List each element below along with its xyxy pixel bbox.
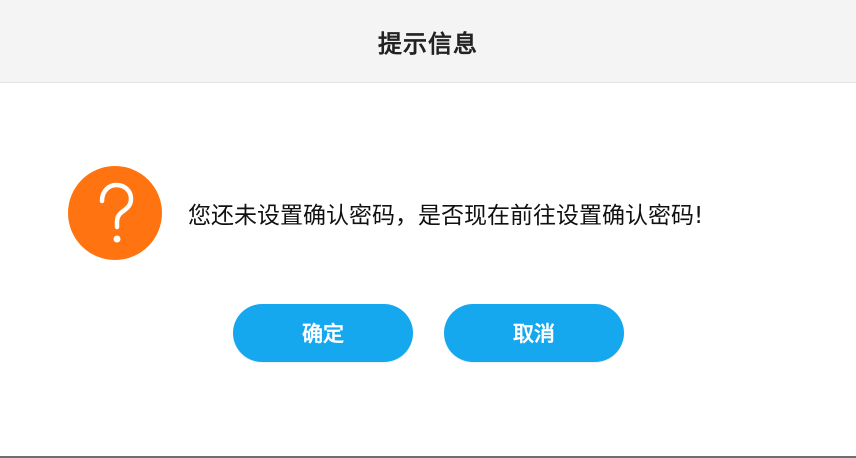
question-icon <box>68 166 162 260</box>
message-row: 您还未设置确认密码，是否现在前往设置确认密码! <box>68 166 703 260</box>
cancel-button[interactable]: 取消 <box>444 304 624 362</box>
confirm-dialog: 提示信息 您还未设置确认密码，是否现在前往设置确认密码! 确定 取消 <box>0 0 856 458</box>
confirm-button[interactable]: 确定 <box>233 304 413 362</box>
dialog-title: 提示信息 <box>378 29 478 58</box>
dialog-titlebar: 提示信息 <box>0 0 856 83</box>
dialog-message: 您还未设置确认密码，是否现在前往设置确认密码! <box>188 203 704 229</box>
